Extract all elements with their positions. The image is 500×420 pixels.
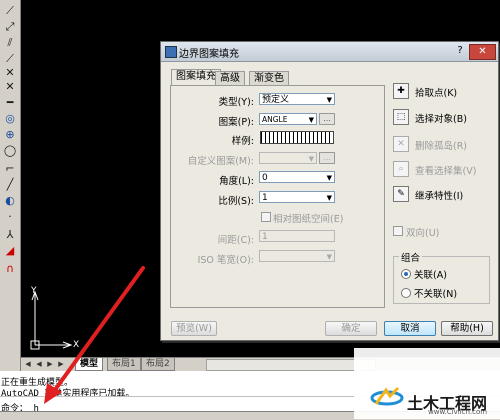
double-label: 双向(U)	[406, 228, 440, 239]
remove-islands-label: 删除孤岛(R)	[415, 141, 468, 152]
inherit-properties-label: 继承特性(I)	[415, 191, 464, 202]
pick-points-label: 拾取点(K)	[415, 88, 458, 99]
associative-radio[interactable]	[401, 269, 411, 279]
make-block-icon[interactable]: ·	[3, 210, 17, 223]
prev-tab-icon[interactable]: ◀	[34, 359, 44, 369]
iso-pen-width-select[interactable]: ▼	[259, 250, 335, 262]
sample-label: 样例:	[231, 136, 254, 147]
composition-group-title: 组合	[399, 250, 423, 264]
angle-select[interactable]: 0 ▼	[259, 171, 335, 183]
revcloud-icon[interactable]: ⊕	[3, 128, 17, 141]
close-icon[interactable]: ✕	[469, 44, 496, 60]
multiline-icon[interactable]: ⫽	[3, 36, 17, 49]
remove-islands-button[interactable]: ✕ 删除孤岛(R)	[387, 136, 487, 154]
ellipse-arc-icon[interactable]: ╱	[3, 178, 17, 191]
angle-value: 0	[262, 173, 268, 183]
scale-value: 1	[262, 193, 268, 203]
pattern-select[interactable]: ANGLE ▼	[259, 113, 317, 125]
tab-layout2[interactable]: 布局2	[141, 358, 175, 371]
type-value: 预定义	[262, 95, 290, 105]
line-tool-icon[interactable]: ⟋	[3, 4, 17, 17]
inherit-properties-icon: ✎	[393, 186, 409, 202]
help-icon[interactable]: ?	[453, 45, 467, 57]
pattern-value: ANGLE	[262, 115, 288, 124]
spacing-input[interactable]: 1	[259, 230, 335, 242]
ellipse-icon[interactable]: ⌐	[3, 162, 17, 175]
pattern-browse-button[interactable]: ...	[319, 113, 335, 125]
custom-pattern-select[interactable]: ▼	[259, 152, 317, 164]
rectangle-icon[interactable]: ✕	[3, 80, 17, 93]
command-history-line: AutoCAD 菜单实用程序已加载。	[1, 389, 135, 399]
pick-points-button[interactable]: ✚ 拾取点(K)	[387, 83, 487, 101]
inherit-properties-button[interactable]: ✎ 继承特性(I)	[387, 186, 487, 204]
watermark-url: www.Civilcn.com	[428, 408, 488, 416]
angle-label: 角度(L):	[219, 176, 254, 187]
iso-pen-width-label: ISO 笔宽(O):	[197, 255, 254, 266]
nonassociative-radio[interactable]	[401, 288, 411, 298]
select-objects-button[interactable]: ⬚ 选择对象(B)	[387, 109, 487, 127]
nonassociative-label: 不关联(N)	[414, 289, 458, 300]
ucs-y-label: Y	[31, 286, 37, 296]
type-select[interactable]: 预定义 ▼	[259, 93, 335, 105]
view-selections-label: 查看选择集(V)	[415, 166, 477, 177]
chevron-down-icon: ▼	[326, 96, 332, 104]
custom-browse-button[interactable]: ...	[319, 152, 335, 164]
construction-line-icon[interactable]: ⤢	[3, 20, 17, 33]
preview-button[interactable]: 预览(W)	[171, 321, 217, 336]
spacing-label: 间距(C):	[217, 235, 254, 246]
last-tab-icon[interactable]: ▶	[56, 359, 66, 369]
circle-icon[interactable]: ◎	[3, 112, 17, 125]
dialog-title: 边界图案填充	[179, 49, 239, 60]
tab-gradient[interactable]: 渐变色	[249, 71, 289, 86]
relative-paper-space-checkbox[interactable]	[261, 212, 271, 222]
spline-icon[interactable]: ◯	[3, 144, 17, 157]
ok-button[interactable]: 确定	[325, 321, 377, 336]
first-tab-icon[interactable]: ◀	[23, 359, 33, 369]
view-selections-icon: ⌕	[393, 161, 409, 177]
type-label: 类型(Y):	[218, 97, 254, 108]
ucs-x-label: X	[73, 340, 80, 350]
select-objects-label: 选择对象(B)	[415, 114, 467, 125]
select-objects-icon: ⬚	[393, 109, 409, 125]
chevron-down-icon: ▼	[326, 174, 332, 182]
hatch-app-icon	[165, 46, 177, 58]
cancel-button[interactable]: 取消	[384, 321, 436, 336]
next-tab-icon[interactable]: ▶	[45, 359, 55, 369]
relative-paper-space-label: 相对图纸空间(E)	[273, 214, 344, 225]
polygon-icon[interactable]: ✕	[3, 66, 17, 79]
horizontal-scrollbar[interactable]	[206, 359, 376, 371]
arc-icon[interactable]: ━	[3, 96, 17, 109]
draw-toolbar: ⟋ ⤢ ⫽ ⟋ ✕ ✕ ━ ◎ ⊕ ◯ ⌐ ╱ ◐ · ⅄ ◢ ∩	[0, 0, 21, 372]
tab-advanced[interactable]: 高级	[215, 71, 245, 86]
point-icon[interactable]: ⅄	[3, 228, 17, 241]
view-selections-button[interactable]: ⌕ 查看选择集(V)	[387, 161, 487, 179]
boundary-hatch-dialog: 边界图案填充 ? ✕ 图案填充 高级 渐变色 类型(Y): 预定义 ▼ 图案(P)…	[160, 41, 499, 341]
spacing-value: 1	[262, 232, 268, 242]
insert-block-icon[interactable]: ◐	[3, 194, 17, 207]
civilcn-logo-icon	[370, 386, 404, 406]
hatch-icon[interactable]: ◢	[3, 244, 17, 257]
double-checkbox[interactable]	[393, 226, 403, 236]
polyline-icon[interactable]: ⟋	[3, 52, 17, 65]
pattern-label: 图案(P):	[218, 117, 254, 128]
associative-label: 关联(A)	[414, 270, 447, 281]
table-icon[interactable]	[3, 280, 17, 293]
dialog-title-bar[interactable]: 边界图案填充 ? ✕	[161, 42, 498, 62]
pattern-swatch[interactable]	[260, 131, 334, 144]
remove-islands-icon: ✕	[393, 136, 409, 152]
chevron-down-icon: ▼	[326, 253, 332, 261]
custom-pattern-label: 自定义图案(M):	[187, 156, 254, 167]
chevron-down-icon: ▼	[326, 194, 332, 202]
region-icon[interactable]: ∩	[3, 262, 17, 275]
tab-layout1[interactable]: 布局1	[107, 358, 141, 371]
help-button[interactable]: 帮助(H)	[441, 321, 493, 336]
chevron-down-icon: ▼	[308, 155, 314, 163]
pick-points-icon: ✚	[393, 83, 409, 99]
scale-select[interactable]: 1 ▼	[259, 191, 335, 203]
scale-label: 比例(S):	[218, 196, 254, 207]
tab-hatch[interactable]: 图案填充	[171, 69, 221, 86]
tab-model[interactable]: 模型	[75, 358, 104, 371]
chevron-down-icon: ▼	[308, 116, 314, 124]
